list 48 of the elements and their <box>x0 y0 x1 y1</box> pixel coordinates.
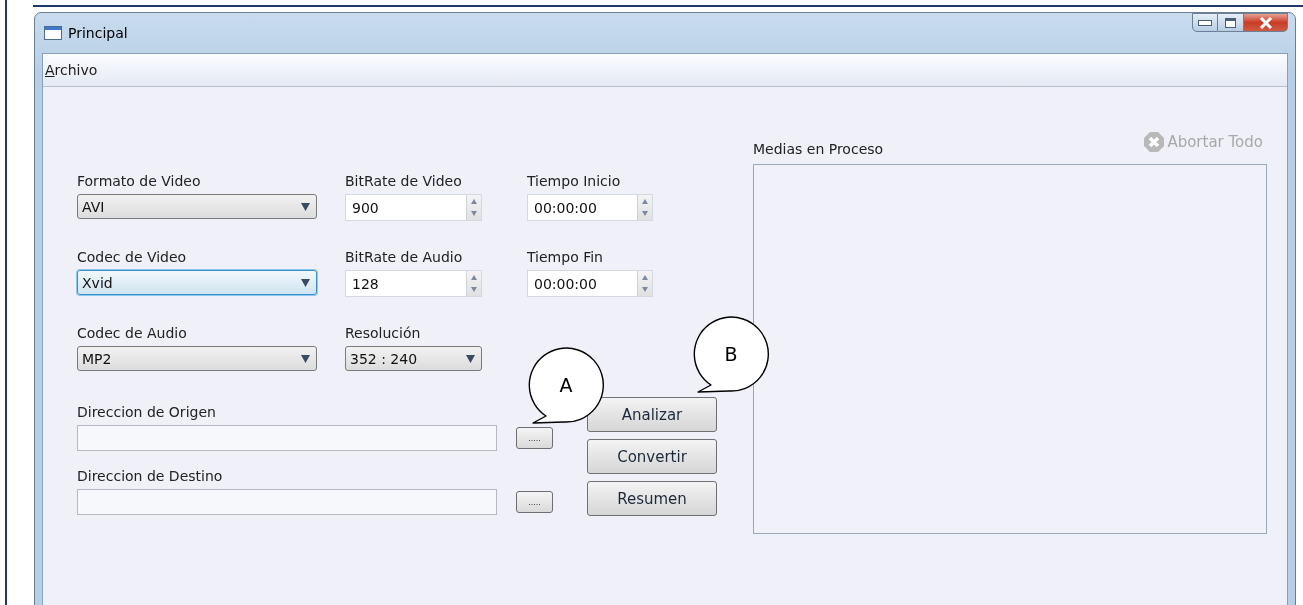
browse-button[interactable]: ..... <box>516 427 553 449</box>
close-icon <box>1258 16 1273 29</box>
spin-down-icon[interactable] <box>471 287 477 293</box>
window-icon <box>44 26 62 40</box>
dropdown[interactable]: AVI <box>77 194 317 219</box>
spin-down-icon[interactable] <box>471 211 477 217</box>
field-label: Codec de Audio <box>77 324 187 343</box>
spin-field[interactable]: 128 <box>345 270 482 297</box>
dropdown-arrow-icon <box>301 202 310 211</box>
field-label: Codec de Video <box>77 248 187 267</box>
field-label: BitRate de Video <box>345 172 462 191</box>
path-field[interactable] <box>77 489 497 515</box>
field-label: Direccion de Destino <box>77 467 223 486</box>
spin-up-icon[interactable] <box>642 274 648 280</box>
browse-button[interactable]: ..... <box>516 491 553 513</box>
menu-item[interactable]: Archivo <box>45 60 98 80</box>
field-label: BitRate de Audio <box>345 248 463 267</box>
spin-field[interactable]: 900 <box>345 194 482 221</box>
spin-field[interactable]: 00:00:00 <box>527 270 653 297</box>
panel-title: Medias en Proceso <box>753 141 884 157</box>
field-label: Direccion de Origen <box>77 403 216 422</box>
callout-bubble: B <box>691 316 771 394</box>
maximize-button[interactable] <box>1218 13 1244 32</box>
callout-bubble: A <box>526 347 606 425</box>
spin-field[interactable]: 00:00:00 <box>527 194 653 221</box>
dropdown[interactable]: MP2 <box>77 346 317 371</box>
spin-down-icon[interactable] <box>642 211 648 217</box>
field-label: Tiempo Fin <box>527 248 603 267</box>
field-label: Resolución <box>345 324 421 343</box>
spin-up-icon[interactable] <box>471 198 477 204</box>
spin-up-icon[interactable] <box>471 274 477 280</box>
dropdown-arrow-icon <box>301 278 310 287</box>
dropdown-arrow-icon <box>466 354 475 363</box>
field-label: Formato de Video <box>77 172 201 191</box>
action-button[interactable]: Analizar <box>587 397 717 432</box>
dropdown-arrow-icon <box>301 354 310 363</box>
dropdown[interactable]: 352 : 240 <box>345 346 482 371</box>
path-field[interactable] <box>77 425 497 451</box>
cancel-icon <box>1143 131 1166 153</box>
action-button[interactable]: Convertir <box>587 439 717 474</box>
action-button[interactable]: Resumen <box>587 481 717 516</box>
window-title: Principal <box>68 25 128 41</box>
field-label: Tiempo Inicio <box>527 172 621 191</box>
spin-down-icon[interactable] <box>642 287 648 293</box>
minimize-button[interactable] <box>1192 13 1218 32</box>
dropdown[interactable]: Xvid <box>77 270 317 295</box>
close-button[interactable] <box>1244 13 1288 32</box>
spin-up-icon[interactable] <box>642 198 648 204</box>
